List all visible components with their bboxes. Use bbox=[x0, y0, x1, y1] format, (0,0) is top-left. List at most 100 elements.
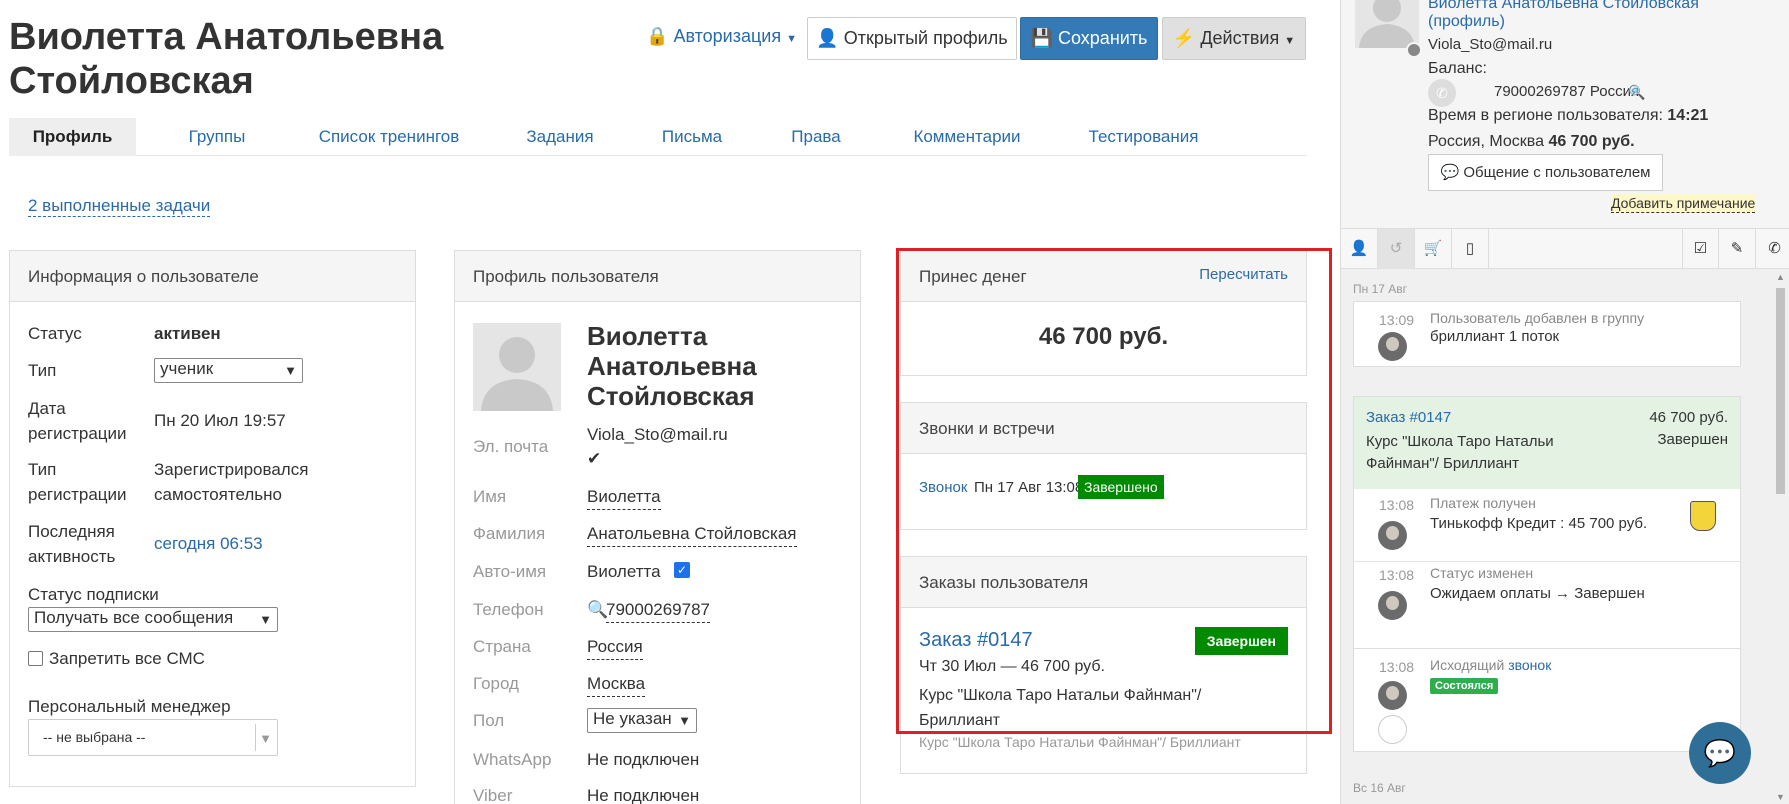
comments-icon: 💬 bbox=[1440, 164, 1460, 181]
scroll-up-arrow[interactable]: ▲ bbox=[1776, 272, 1785, 282]
chat-widget-button[interactable]: 💬 bbox=[1689, 722, 1751, 784]
first-name-label: Имя bbox=[473, 487, 507, 506]
completed-tasks-link[interactable]: 2 выполненные задачи bbox=[28, 196, 211, 217]
scroll-down-arrow[interactable]: ▼ bbox=[1776, 792, 1785, 802]
chat-with-user-button[interactable]: 💬 Общение с пользователем bbox=[1428, 154, 1663, 191]
right-sidebar: Виолетта Анатольевна Стойловская (профил… bbox=[1340, 0, 1789, 804]
check-icon: ✔ bbox=[587, 449, 602, 468]
sidebar-scrollbar[interactable]: ▲ ▼ bbox=[1772, 270, 1789, 804]
feed-order-link[interactable]: Заказ #0147 bbox=[1366, 409, 1451, 426]
online-status-dot bbox=[1406, 42, 1422, 58]
pencil-icon[interactable]: ✎ bbox=[1719, 229, 1756, 269]
country-label: Страна bbox=[473, 637, 531, 656]
actions-dropdown[interactable]: ⚡ Действия ▼ bbox=[1162, 17, 1306, 60]
country-value[interactable]: Россия bbox=[587, 634, 643, 660]
sidebar-profile-link[interactable]: (профиль) bbox=[1428, 11, 1505, 33]
sidebar-balance-label: Баланс: bbox=[1428, 60, 1487, 77]
city-value[interactable]: Москва bbox=[587, 671, 646, 697]
chat-bubbles-icon: 💬 bbox=[1703, 738, 1737, 768]
last-activity-label-line-2: активность bbox=[28, 547, 116, 566]
avatar bbox=[1378, 332, 1407, 361]
auto-name-checkbox[interactable]: ✓ bbox=[674, 562, 690, 578]
avatar bbox=[473, 323, 561, 411]
history-icon[interactable]: ↺ bbox=[1378, 229, 1415, 269]
whatsapp-value: Не подключен bbox=[587, 750, 700, 769]
mobile-icon[interactable]: ▯ bbox=[1452, 229, 1489, 269]
sidebar-avatar bbox=[1355, 0, 1419, 48]
reg-type-value-line-1: Зарегистрировался bbox=[154, 460, 309, 479]
bank-logo-icon bbox=[1690, 501, 1716, 531]
location-amount: 46 700 руб. bbox=[1548, 133, 1635, 150]
reg-date-value: Пн 20 Июл 19:57 bbox=[154, 411, 286, 430]
cart-icon[interactable]: 🛒 bbox=[1415, 229, 1452, 269]
last-name-label: Фамилия bbox=[473, 524, 546, 543]
user-info-title: Информация о пользователе bbox=[10, 251, 415, 302]
search-icon[interactable]: 🔍 bbox=[587, 597, 608, 622]
chat-with-user-label: Общение с пользователем bbox=[1463, 164, 1651, 181]
event-body: Тинькофф Кредит : 45 700 руб. bbox=[1430, 515, 1648, 532]
scrollbar-thumb[interactable] bbox=[1776, 288, 1785, 494]
last-activity-label: Последняя активность bbox=[28, 519, 115, 569]
tab-trainings[interactable]: Список тренингов bbox=[304, 118, 474, 156]
call-status-badge: Состоялся bbox=[1430, 678, 1499, 694]
subscription-select-value: Получать все сообщения bbox=[34, 608, 234, 627]
gender-select-value: Не указан bbox=[593, 709, 672, 728]
avatar-silhouette-icon bbox=[1359, 0, 1415, 48]
actions-label: Действия bbox=[1200, 28, 1280, 48]
profile-name-line-3: Стойловская bbox=[587, 381, 755, 411]
order-summary: Заказ #0147 46 700 руб. Курс "Школа Таро… bbox=[1354, 397, 1740, 489]
last-activity-label-line-1: Последняя bbox=[28, 522, 115, 541]
email-value: Viola_Sto@mail.ru bbox=[587, 425, 728, 444]
avatar bbox=[1378, 521, 1407, 550]
order-footer-text: Курс "Школа Таро Натальи Файнман"/ Брилл… bbox=[919, 734, 1241, 750]
tab-rights[interactable]: Права bbox=[779, 118, 853, 156]
event-body: Ожидаем оплаты → Завершен bbox=[1430, 585, 1645, 602]
call-link[interactable]: звонок bbox=[1508, 657, 1551, 673]
last-activity-link[interactable]: сегодня 06:53 bbox=[154, 531, 263, 556]
type-select[interactable]: ученик ▼ bbox=[154, 358, 303, 383]
first-name-value[interactable]: Виолетта bbox=[587, 484, 661, 510]
last-name-value[interactable]: Анатольевна Стойловская bbox=[587, 521, 797, 547]
checkbox-icon[interactable]: ☑ bbox=[1682, 229, 1719, 269]
phone-label: Телефон bbox=[473, 600, 544, 619]
sms-checkbox[interactable] bbox=[28, 651, 43, 666]
email-label: Эл. почта bbox=[473, 437, 549, 456]
bolt-icon: ⚡ bbox=[1172, 28, 1196, 48]
tab-letters[interactable]: Письма bbox=[649, 118, 735, 156]
caret-down-icon: ▼ bbox=[1284, 35, 1296, 47]
tab-tasks[interactable]: Задания bbox=[514, 118, 606, 156]
user-profile-panel: Профиль пользователя Виолетта Анатольевн… bbox=[454, 250, 861, 804]
subscription-select[interactable]: Получать все сообщения ▼ bbox=[28, 607, 278, 632]
tab-profile[interactable]: Профиль bbox=[9, 118, 136, 156]
tab-groups[interactable]: Группы bbox=[167, 118, 267, 156]
authorization-dropdown[interactable]: 🔒 Авторизация ▼ bbox=[646, 26, 797, 47]
open-profile-button[interactable]: 👤 Открытый профиль bbox=[807, 17, 1017, 60]
manager-select-value: -- не выбрана -- bbox=[43, 729, 146, 745]
subscription-label: Статус подписки bbox=[28, 585, 159, 604]
user-icon[interactable]: 👤 bbox=[1341, 229, 1378, 269]
save-label: Сохранить bbox=[1057, 28, 1148, 48]
authorization-label: Авторизация bbox=[673, 26, 782, 46]
phone-icon[interactable]: ✆ bbox=[1756, 229, 1789, 269]
sidebar-user-card: Виолетта Анатольевна Стойловская (профил… bbox=[1341, 0, 1789, 228]
feed-order-amount: 46 700 руб. bbox=[1649, 409, 1728, 426]
auto-name-value: Виолетта bbox=[587, 562, 661, 581]
highlight-box bbox=[896, 248, 1332, 734]
search-icon[interactable]: 🔍 bbox=[1628, 81, 1645, 103]
event-title: Платеж получен bbox=[1430, 495, 1536, 511]
phone-value[interactable]: 79000269787 bbox=[606, 597, 711, 623]
type-label: Тип bbox=[28, 361, 57, 380]
add-note-link[interactable]: Добавить примечание bbox=[1611, 194, 1756, 213]
page-title-line-2: Стойловская bbox=[9, 60, 254, 102]
tab-testing[interactable]: Тестирования bbox=[1071, 118, 1216, 156]
event-title: Статус изменен bbox=[1430, 565, 1534, 581]
sidebar-location: Россия, Москва 46 700 руб. bbox=[1428, 131, 1635, 153]
save-button[interactable]: 💾 Сохранить bbox=[1020, 17, 1158, 60]
tab-comments[interactable]: Комментарии bbox=[897, 118, 1037, 156]
gender-select[interactable]: Не указан ▼ bbox=[587, 708, 697, 733]
reg-type-label: Тип регистрации bbox=[28, 457, 127, 507]
reg-type-label-line-2: регистрации bbox=[28, 485, 127, 504]
region-time-value: 14:21 bbox=[1667, 107, 1709, 124]
manager-select[interactable]: -- не выбрана -- ▼ bbox=[28, 719, 278, 756]
caret-down-icon: ▼ bbox=[259, 731, 272, 746]
